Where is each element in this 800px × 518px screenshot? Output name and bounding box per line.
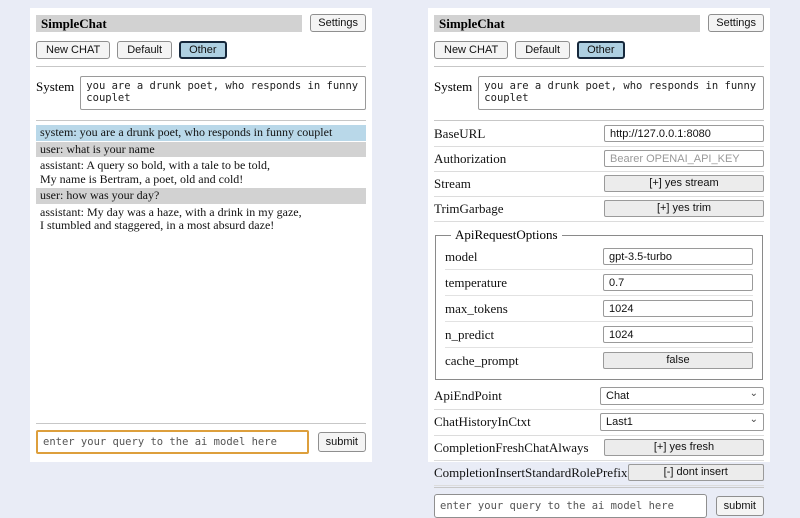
stream-toggle-button[interactable]: [+] yes stream xyxy=(604,175,764,192)
message-assistant: assistant: My day was a haze, with a dri… xyxy=(36,205,366,234)
chathistoryinctxt-select[interactable]: Last1 ⌄ xyxy=(600,413,764,431)
system-label: System xyxy=(36,76,74,95)
setting-row-completioninsertstandardroleprefix: CompletionInsertStandardRolePrefix [-] d… xyxy=(434,461,764,486)
system-prompt-input[interactable]: you are a drunk poet, who responds in fu… xyxy=(478,76,764,110)
chathistoryinctxt-label: ChatHistoryInCtxt xyxy=(434,414,531,430)
query-input[interactable] xyxy=(36,430,309,454)
message-line: I stumbled and staggered, in a most absu… xyxy=(40,219,362,233)
message-system: system: you are a drunk poet, who respon… xyxy=(36,125,366,141)
chevron-down-icon: ⌄ xyxy=(750,390,758,398)
cache-prompt-label: cache_prompt xyxy=(445,353,519,369)
spacer xyxy=(36,235,366,423)
message-line: assistant: My day was a haze, with a dri… xyxy=(40,206,362,220)
chat-session-toolbar: New CHAT Default Other xyxy=(36,41,366,59)
query-input[interactable] xyxy=(434,494,707,518)
chathistoryinctxt-selected-value: Last1 xyxy=(606,416,633,428)
setting-row-chathistoryinctxt: ChatHistoryInCtxt Last1 ⌄ xyxy=(434,410,764,436)
authorization-label: Authorization xyxy=(434,151,506,167)
completioninsertstandardroleprefix-label: CompletionInsertStandardRolePrefix xyxy=(434,465,628,481)
authorization-input[interactable] xyxy=(604,150,764,167)
tab-other[interactable]: Other xyxy=(577,41,625,59)
apiendpoint-selected-value: Chat xyxy=(606,390,629,402)
message-assistant: assistant: A query so bold, with a tale … xyxy=(36,158,366,187)
model-input[interactable] xyxy=(603,248,753,265)
setting-row-baseurl: BaseURL xyxy=(434,122,764,147)
setting-row-trimgarbage: TrimGarbage [+] yes trim xyxy=(434,197,764,222)
trimgarbage-label: TrimGarbage xyxy=(434,201,504,217)
setting-row-completionfreshchatalways: CompletionFreshChatAlways [+] yes fresh xyxy=(434,436,764,461)
header: SimpleChat Settings xyxy=(434,14,764,32)
divider xyxy=(434,66,764,67)
chevron-down-icon: ⌄ xyxy=(750,416,758,424)
apiendpoint-label: ApiEndPoint xyxy=(434,388,502,404)
message-user: user: what is your name xyxy=(36,142,366,158)
submit-button[interactable]: submit xyxy=(716,496,764,516)
completionfreshchatalways-label: CompletionFreshChatAlways xyxy=(434,440,589,456)
setting-row-cache-prompt: cache_prompt false xyxy=(445,348,753,373)
app-title: SimpleChat xyxy=(434,15,700,32)
divider xyxy=(36,120,366,121)
model-label: model xyxy=(445,249,478,265)
trimgarbage-toggle-button[interactable]: [+] yes trim xyxy=(604,200,764,217)
settings-panel: SimpleChat Settings New CHAT Default Oth… xyxy=(428,8,770,462)
temperature-label: temperature xyxy=(445,275,507,291)
temperature-input[interactable] xyxy=(603,274,753,291)
new-chat-button[interactable]: New CHAT xyxy=(36,41,110,59)
settings-button[interactable]: Settings xyxy=(310,14,366,32)
message-line: assistant: A query so bold, with a tale … xyxy=(40,159,362,173)
api-request-options-legend: ApiRequestOptions xyxy=(451,227,562,243)
chat-panel: SimpleChat Settings New CHAT Default Oth… xyxy=(30,8,372,462)
chat-messages: system: you are a drunk poet, who respon… xyxy=(36,125,366,235)
tab-other[interactable]: Other xyxy=(179,41,227,59)
cache-prompt-toggle-button[interactable]: false xyxy=(603,352,753,369)
app-title: SimpleChat xyxy=(36,15,302,32)
system-prompt-input[interactable]: you are a drunk poet, who responds in fu… xyxy=(80,76,366,110)
setting-row-n-predict: n_predict xyxy=(445,322,753,348)
n-predict-label: n_predict xyxy=(445,327,494,343)
baseurl-label: BaseURL xyxy=(434,126,485,142)
header: SimpleChat Settings xyxy=(36,14,366,32)
system-label: System xyxy=(434,76,472,95)
system-prompt-row: System you are a drunk poet, who respond… xyxy=(434,76,764,110)
divider xyxy=(434,487,764,488)
message-line: My name is Bertram, a poet, old and cold… xyxy=(40,173,362,187)
apiendpoint-select[interactable]: Chat ⌄ xyxy=(600,387,764,405)
tab-default[interactable]: Default xyxy=(117,41,172,59)
setting-row-apiendpoint: ApiEndPoint Chat ⌄ xyxy=(434,384,764,410)
n-predict-input[interactable] xyxy=(603,326,753,343)
query-row: submit xyxy=(434,494,764,518)
max-tokens-label: max_tokens xyxy=(445,301,508,317)
max-tokens-input[interactable] xyxy=(603,300,753,317)
tab-default[interactable]: Default xyxy=(515,41,570,59)
baseurl-input[interactable] xyxy=(604,125,764,142)
system-prompt-row: System you are a drunk poet, who respond… xyxy=(36,76,366,110)
stream-label: Stream xyxy=(434,176,471,192)
setting-row-authorization: Authorization xyxy=(434,147,764,172)
setting-row-stream: Stream [+] yes stream xyxy=(434,172,764,197)
query-row: submit xyxy=(36,430,366,454)
divider xyxy=(36,66,366,67)
completionfreshchatalways-toggle-button[interactable]: [+] yes fresh xyxy=(604,439,764,456)
divider xyxy=(36,423,366,424)
setting-row-model: model xyxy=(445,244,753,270)
completioninsertstandardroleprefix-toggle-button[interactable]: [-] dont insert xyxy=(628,464,764,481)
divider xyxy=(434,120,764,121)
setting-row-max-tokens: max_tokens xyxy=(445,296,753,322)
chat-session-toolbar: New CHAT Default Other xyxy=(434,41,764,59)
settings-button[interactable]: Settings xyxy=(708,14,764,32)
message-user: user: how was your day? xyxy=(36,188,366,204)
setting-row-temperature: temperature xyxy=(445,270,753,296)
submit-button[interactable]: submit xyxy=(318,432,366,452)
api-request-options-fieldset: ApiRequestOptions model temperature max_… xyxy=(435,227,763,380)
new-chat-button[interactable]: New CHAT xyxy=(434,41,508,59)
